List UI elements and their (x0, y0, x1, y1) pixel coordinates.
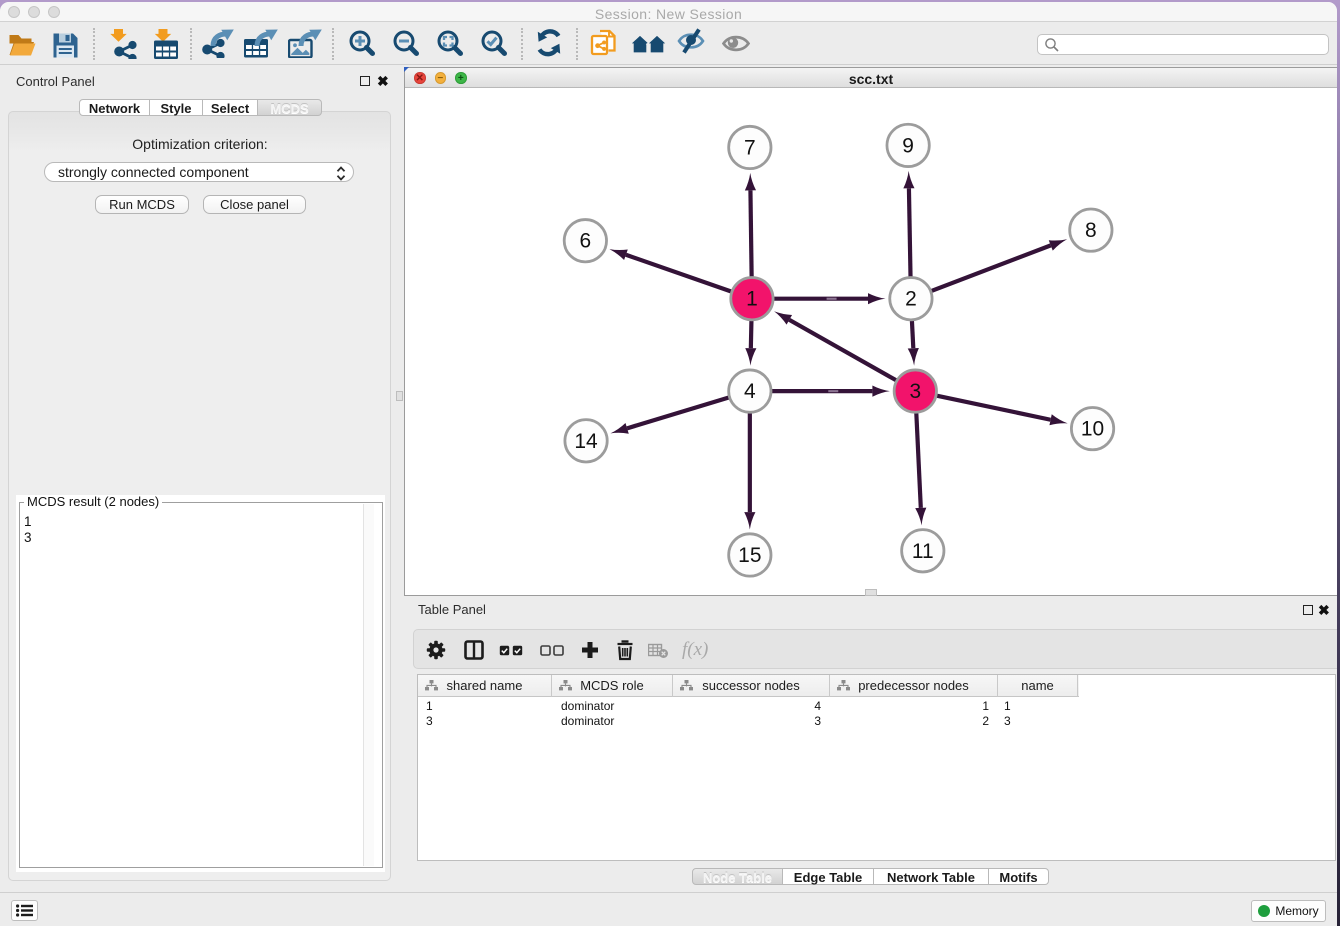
svg-text:4: 4 (744, 380, 756, 403)
svg-text:3: 3 (909, 380, 921, 403)
svg-text:6: 6 (580, 230, 592, 253)
svg-text:15: 15 (738, 544, 761, 567)
svg-text:7: 7 (744, 136, 756, 159)
svg-text:10: 10 (1081, 418, 1104, 441)
svg-text:f(x): f(x) (682, 639, 708, 660)
svg-text:11: 11 (912, 540, 934, 563)
svg-text:14: 14 (574, 430, 598, 453)
svg-text:9: 9 (902, 134, 914, 157)
svg-text:2: 2 (905, 288, 917, 311)
svg-text:8: 8 (1085, 219, 1097, 242)
svg-text:1: 1 (746, 288, 758, 311)
